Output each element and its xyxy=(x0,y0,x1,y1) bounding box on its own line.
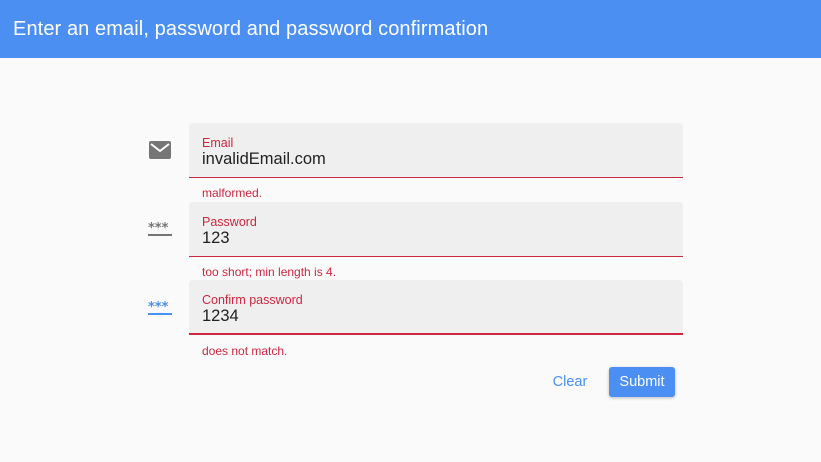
svg-text:***: *** xyxy=(148,221,169,236)
email-field[interactable]: Email invalidEmail.com xyxy=(189,123,683,178)
password-field[interactable]: Password 123 xyxy=(189,202,683,257)
email-icon xyxy=(144,137,176,163)
app-title: Enter an email, password and password co… xyxy=(13,17,489,40)
password-label: Password xyxy=(202,215,257,229)
submit-button[interactable]: Submit xyxy=(609,367,675,397)
confirm-password-label: Confirm password xyxy=(202,293,303,307)
clear-button[interactable]: Clear xyxy=(544,367,596,397)
email-label: Email xyxy=(202,136,234,150)
svg-text:***: *** xyxy=(148,300,169,315)
email-error: malformed. xyxy=(202,186,263,200)
password-icon: *** xyxy=(144,216,176,242)
app-bar: Enter an email, password and password co… xyxy=(0,0,821,58)
email-value[interactable]: invalidEmail.com xyxy=(202,150,326,169)
password-error: too short; min length is 4. xyxy=(202,265,337,279)
confirm-password-error: does not match. xyxy=(202,344,288,358)
confirm-password-field[interactable]: Confirm password 1234 xyxy=(189,280,683,335)
confirm-password-icon: *** xyxy=(144,295,176,321)
password-value[interactable]: 123 xyxy=(202,229,230,248)
confirm-password-value[interactable]: 1234 xyxy=(202,307,239,326)
